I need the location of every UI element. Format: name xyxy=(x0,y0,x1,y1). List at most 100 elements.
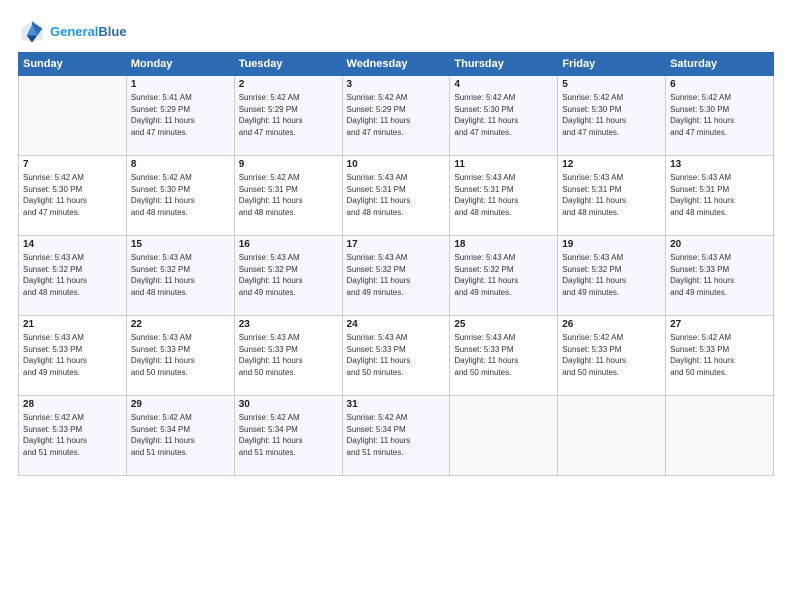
day-cell: 4 Sunrise: 5:42 AM Sunset: 5:30 PM Daylig… xyxy=(450,76,558,156)
day-number: 14 xyxy=(23,239,122,250)
day-number: 8 xyxy=(131,159,230,170)
day-info: Sunrise: 5:42 AM Sunset: 5:30 PM Dayligh… xyxy=(670,92,769,138)
day-cell: 8Sunrise: 5:42 AM Sunset: 5:30 PM Daylig… xyxy=(126,156,234,236)
day-info: Sunrise: 5:43 AM Sunset: 5:32 PM Dayligh… xyxy=(454,252,553,298)
day-number: 18 xyxy=(454,239,553,250)
day-info: Sunrise: 5:41 AM Sunset: 5:29 PM Dayligh… xyxy=(131,92,230,138)
day-info: Sunrise: 5:43 AM Sunset: 5:32 PM Dayligh… xyxy=(562,252,661,298)
day-info: Sunrise: 5:43 AM Sunset: 5:32 PM Dayligh… xyxy=(347,252,446,298)
day-number: 19 xyxy=(562,239,661,250)
calendar-table: SundayMondayTuesdayWednesdayThursdayFrid… xyxy=(18,52,774,476)
day-cell: 28Sunrise: 5:42 AM Sunset: 5:33 PM Dayli… xyxy=(19,396,127,476)
logo-general: General xyxy=(50,24,98,39)
week-row-1: 1 Sunrise: 5:41 AM Sunset: 5:29 PM Daylig… xyxy=(19,76,774,156)
day-number: 7 xyxy=(23,159,122,170)
day-cell xyxy=(19,76,127,156)
day-number: 2 xyxy=(239,79,338,90)
calendar-header: SundayMondayTuesdayWednesdayThursdayFrid… xyxy=(19,53,774,76)
day-cell: 31 Sunrise: 5:42 AM Sunset: 5:34 PM Dayli… xyxy=(342,396,450,476)
day-info: Sunrise: 5:43 AM Sunset: 5:32 PM Dayligh… xyxy=(239,252,338,298)
week-row-2: 7 Sunrise: 5:42 AM Sunset: 5:30 PM Daylig… xyxy=(19,156,774,236)
header-day-wednesday: Wednesday xyxy=(342,53,450,76)
day-cell: 21 Sunrise: 5:43 AM Sunset: 5:33 PM Dayli… xyxy=(19,316,127,396)
header: GeneralBlue xyxy=(18,18,774,46)
header-day-sunday: Sunday xyxy=(19,53,127,76)
day-cell: 25 Sunrise: 5:43 AM Sunset: 5:33 PM Dayli… xyxy=(450,316,558,396)
day-cell: 17 Sunrise: 5:43 AM Sunset: 5:32 PM Dayli… xyxy=(342,236,450,316)
week-row-5: 28Sunrise: 5:42 AM Sunset: 5:33 PM Dayli… xyxy=(19,396,774,476)
day-number: 25 xyxy=(454,319,553,330)
day-cell xyxy=(666,396,774,476)
day-cell: 16 Sunrise: 5:43 AM Sunset: 5:32 PM Dayli… xyxy=(234,236,342,316)
day-number: 30 xyxy=(239,399,338,410)
day-cell: 5Sunrise: 5:42 AM Sunset: 5:30 PM Daylig… xyxy=(558,76,666,156)
day-info: Sunrise: 5:43 AM Sunset: 5:33 PM Dayligh… xyxy=(454,332,553,378)
day-number: 22 xyxy=(131,319,230,330)
day-number: 21 xyxy=(23,319,122,330)
day-info: Sunrise: 5:43 AM Sunset: 5:31 PM Dayligh… xyxy=(347,172,446,218)
header-day-thursday: Thursday xyxy=(450,53,558,76)
day-info: Sunrise: 5:43 AM Sunset: 5:33 PM Dayligh… xyxy=(347,332,446,378)
week-row-3: 14 Sunrise: 5:43 AM Sunset: 5:32 PM Dayli… xyxy=(19,236,774,316)
day-info: Sunrise: 5:43 AM Sunset: 5:31 PM Dayligh… xyxy=(670,172,769,218)
day-cell xyxy=(558,396,666,476)
day-number: 17 xyxy=(347,239,446,250)
day-cell: 12 Sunrise: 5:43 AM Sunset: 5:31 PM Dayli… xyxy=(558,156,666,236)
day-info: Sunrise: 5:43 AM Sunset: 5:31 PM Dayligh… xyxy=(454,172,553,218)
day-cell: 29Sunrise: 5:42 AM Sunset: 5:34 PM Dayli… xyxy=(126,396,234,476)
day-cell: 26Sunrise: 5:42 AM Sunset: 5:33 PM Dayli… xyxy=(558,316,666,396)
day-cell: 7 Sunrise: 5:42 AM Sunset: 5:30 PM Daylig… xyxy=(19,156,127,236)
day-info: Sunrise: 5:42 AM Sunset: 5:29 PM Dayligh… xyxy=(347,92,446,138)
day-number: 16 xyxy=(239,239,338,250)
day-number: 20 xyxy=(670,239,769,250)
logo-blue: Blue xyxy=(98,24,126,39)
day-number: 31 xyxy=(347,399,446,410)
day-cell: 11 Sunrise: 5:43 AM Sunset: 5:31 PM Dayli… xyxy=(450,156,558,236)
day-info: Sunrise: 5:42 AM Sunset: 5:34 PM Dayligh… xyxy=(239,412,338,458)
day-cell: 23Sunrise: 5:43 AM Sunset: 5:33 PM Dayli… xyxy=(234,316,342,396)
page: GeneralBlue SundayMondayTuesdayWednesday… xyxy=(0,0,792,612)
day-info: Sunrise: 5:42 AM Sunset: 5:30 PM Dayligh… xyxy=(23,172,122,218)
header-row: SundayMondayTuesdayWednesdayThursdayFrid… xyxy=(19,53,774,76)
day-info: Sunrise: 5:42 AM Sunset: 5:29 PM Dayligh… xyxy=(239,92,338,138)
day-number: 12 xyxy=(562,159,661,170)
day-cell: 6Sunrise: 5:42 AM Sunset: 5:30 PM Daylig… xyxy=(666,76,774,156)
day-number: 4 xyxy=(454,79,553,90)
day-cell: 22 Sunrise: 5:43 AM Sunset: 5:33 PM Dayli… xyxy=(126,316,234,396)
day-number: 28 xyxy=(23,399,122,410)
day-info: Sunrise: 5:43 AM Sunset: 5:33 PM Dayligh… xyxy=(23,332,122,378)
day-number: 24 xyxy=(347,319,446,330)
day-info: Sunrise: 5:42 AM Sunset: 5:31 PM Dayligh… xyxy=(239,172,338,218)
day-cell: 13 Sunrise: 5:43 AM Sunset: 5:31 PM Dayli… xyxy=(666,156,774,236)
day-info: Sunrise: 5:43 AM Sunset: 5:31 PM Dayligh… xyxy=(562,172,661,218)
day-info: Sunrise: 5:42 AM Sunset: 5:34 PM Dayligh… xyxy=(347,412,446,458)
day-info: Sunrise: 5:43 AM Sunset: 5:33 PM Dayligh… xyxy=(131,332,230,378)
week-row-4: 21 Sunrise: 5:43 AM Sunset: 5:33 PM Dayli… xyxy=(19,316,774,396)
logo-icon xyxy=(18,18,46,46)
day-info: Sunrise: 5:42 AM Sunset: 5:30 PM Dayligh… xyxy=(562,92,661,138)
day-cell: 10 Sunrise: 5:43 AM Sunset: 5:31 PM Dayli… xyxy=(342,156,450,236)
header-day-monday: Monday xyxy=(126,53,234,76)
day-number: 11 xyxy=(454,159,553,170)
day-number: 26 xyxy=(562,319,661,330)
day-cell: 27Sunrise: 5:42 AM Sunset: 5:33 PM Dayli… xyxy=(666,316,774,396)
day-cell xyxy=(450,396,558,476)
day-info: Sunrise: 5:43 AM Sunset: 5:32 PM Dayligh… xyxy=(23,252,122,298)
day-info: Sunrise: 5:42 AM Sunset: 5:30 PM Dayligh… xyxy=(454,92,553,138)
logo-text: GeneralBlue xyxy=(50,24,127,40)
day-info: Sunrise: 5:42 AM Sunset: 5:34 PM Dayligh… xyxy=(131,412,230,458)
day-info: Sunrise: 5:42 AM Sunset: 5:33 PM Dayligh… xyxy=(670,332,769,378)
day-number: 1 xyxy=(131,79,230,90)
day-cell: 1 Sunrise: 5:41 AM Sunset: 5:29 PM Daylig… xyxy=(126,76,234,156)
header-day-tuesday: Tuesday xyxy=(234,53,342,76)
header-day-saturday: Saturday xyxy=(666,53,774,76)
day-number: 10 xyxy=(347,159,446,170)
day-cell: 14 Sunrise: 5:43 AM Sunset: 5:32 PM Dayli… xyxy=(19,236,127,316)
day-cell: 18 Sunrise: 5:43 AM Sunset: 5:32 PM Dayli… xyxy=(450,236,558,316)
day-cell: 9 Sunrise: 5:42 AM Sunset: 5:31 PM Daylig… xyxy=(234,156,342,236)
calendar-body: 1 Sunrise: 5:41 AM Sunset: 5:29 PM Daylig… xyxy=(19,76,774,476)
header-day-friday: Friday xyxy=(558,53,666,76)
day-number: 13 xyxy=(670,159,769,170)
day-number: 23 xyxy=(239,319,338,330)
day-number: 9 xyxy=(239,159,338,170)
